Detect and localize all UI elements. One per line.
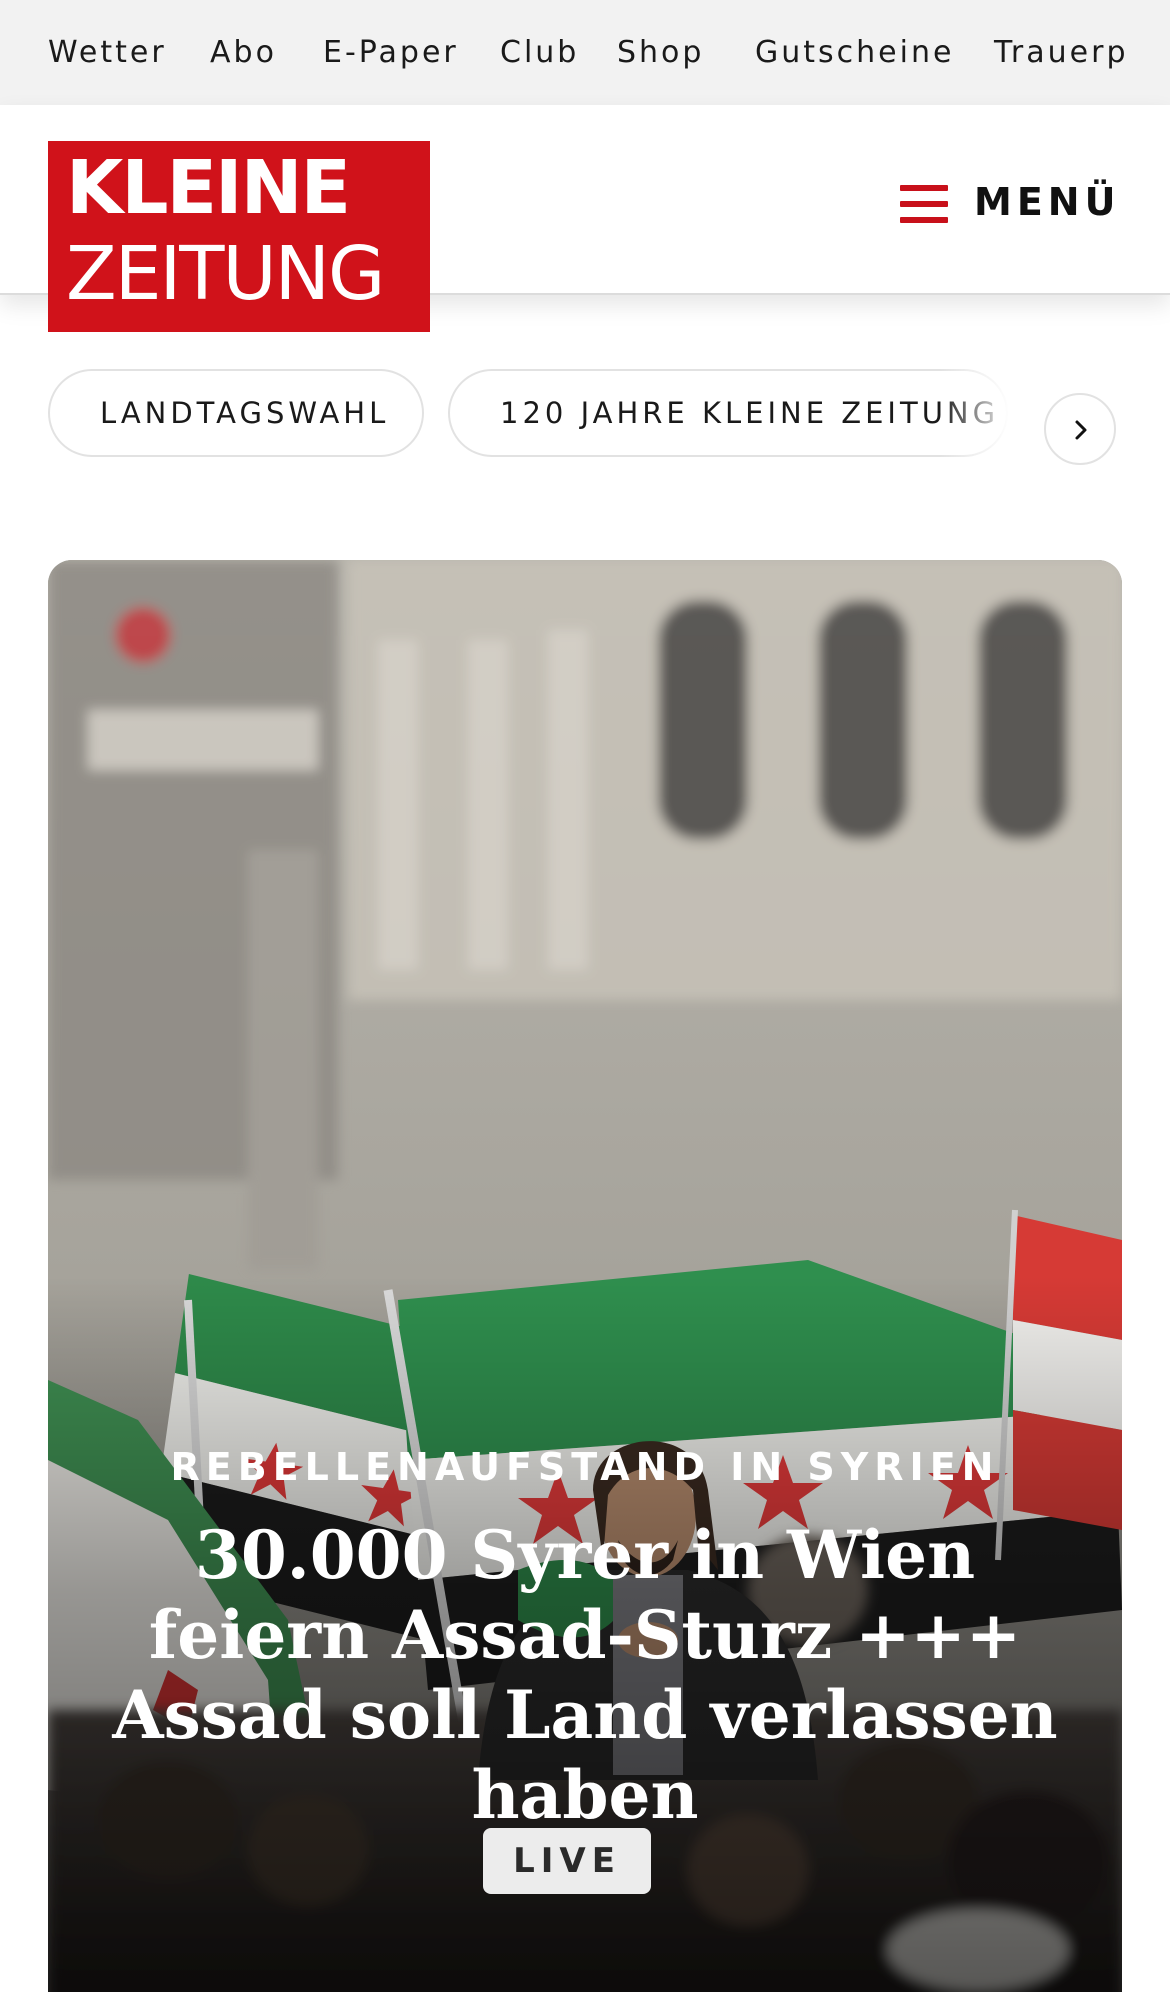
service-nav-abo[interactable]: Abo (210, 0, 277, 105)
chevron-right-icon (1075, 420, 1087, 440)
service-nav-trauerportal[interactable]: Trauerp (994, 0, 1128, 105)
menu-button[interactable]: MENÜ (890, 167, 1115, 237)
menu-label: MENÜ (974, 180, 1121, 224)
logo-text-kleine: KLEINE (66, 145, 351, 231)
service-nav-club[interactable]: Club (500, 0, 579, 105)
service-nav-gutscheine[interactable]: Gutscheine (755, 0, 954, 105)
hero-headline[interactable]: 30.000 Syrer in Wien feiern Assad-Sturz … (108, 1515, 1062, 1835)
topic-chip-landtagswahl[interactable]: LANDTAGSWAHL (48, 369, 424, 457)
service-nav-shop[interactable]: Shop (617, 0, 704, 105)
site-logo[interactable]: KLEINE ZEITUNG (48, 141, 430, 332)
chip-fade-overlay (940, 368, 1030, 464)
topic-chip-120-jahre[interactable]: 120 JAHRE KLEINE ZEITUNG (448, 369, 1008, 457)
topic-chip-bar: LANDTAGSWAHL 120 JAHRE KLEINE ZEITUNG (0, 368, 1170, 465)
live-badge: LIVE (483, 1828, 651, 1894)
chips-scroll-next-button[interactable] (1044, 393, 1116, 465)
service-nav-epaper[interactable]: E-Paper (323, 0, 459, 105)
service-nav-bar: Wetter Abo E-Paper Club Shop Gutscheine … (0, 0, 1170, 105)
hero-kicker: REBELLENAUFSTAND IN SYRIEN (170, 1445, 1000, 1489)
hero-article-card[interactable]: REBELLENAUFSTAND IN SYRIEN 30.000 Syrer … (48, 560, 1122, 1992)
hamburger-icon (900, 185, 948, 223)
logo-text-zeitung: ZEITUNG (66, 231, 385, 317)
service-nav-wetter[interactable]: Wetter (48, 0, 167, 105)
